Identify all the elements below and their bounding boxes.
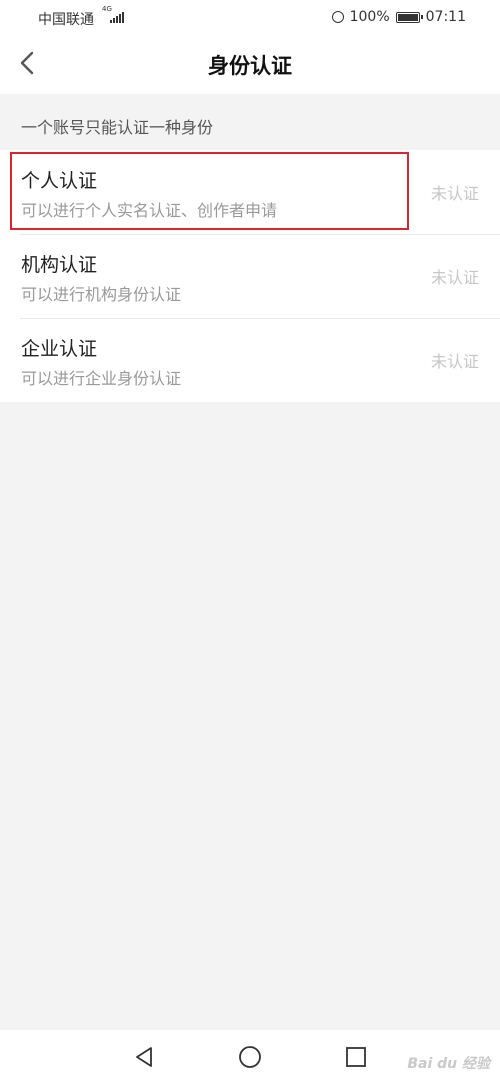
page-title: 身份认证 xyxy=(208,54,292,78)
watermark-logo: Bai du 经验 xyxy=(407,1056,490,1072)
list-item-organization[interactable]: 机构认证 可以进行机构身份认证 未认证 xyxy=(0,234,500,318)
clock: 07:11 xyxy=(425,9,466,25)
navigation-bar: 身份认证 xyxy=(0,36,500,94)
list-item-enterprise[interactable]: 企业认证 可以进行企业身份认证 未认证 xyxy=(0,318,500,402)
status-badge: 未认证 xyxy=(430,268,479,287)
status-badge: 未认证 xyxy=(430,184,479,203)
item-description: 可以进行机构身份认证 xyxy=(21,285,182,304)
nav-back-button[interactable] xyxy=(131,1044,157,1070)
nav-home-button[interactable] xyxy=(237,1044,263,1070)
item-title: 个人认证 xyxy=(21,170,98,192)
nav-back-icon xyxy=(136,1047,152,1067)
battery-icon xyxy=(395,11,423,23)
battery-percent: 100% xyxy=(349,9,390,25)
nav-recent-icon xyxy=(346,1047,366,1067)
nav-recent-button[interactable] xyxy=(343,1044,369,1070)
item-title: 机构认证 xyxy=(21,254,98,276)
status-right: 100% 07:11 xyxy=(331,9,466,25)
status-badge: 未认证 xyxy=(430,352,479,371)
nav-home-icon xyxy=(239,1046,261,1068)
carrier-name: 中国联通 xyxy=(38,12,94,28)
verification-list: 个人认证 可以进行个人实名认证、创作者申请 未认证 机构认证 可以进行机构身份认… xyxy=(0,150,500,402)
section-hint: 一个账号只能认证一种身份 xyxy=(21,118,214,137)
item-title: 企业认证 xyxy=(21,338,98,360)
item-description: 可以进行个人实名认证、创作者申请 xyxy=(21,201,278,220)
alarm-icon xyxy=(331,11,344,23)
system-navigation-bar: Bai du 经验 xyxy=(0,1030,500,1083)
item-description: 可以进行企业身份认证 xyxy=(21,369,182,388)
list-item-personal[interactable]: 个人认证 可以进行个人实名认证、创作者申请 未认证 xyxy=(0,150,500,234)
signal-icon xyxy=(110,11,124,23)
status-bar: 中国联通 4G 100% 07:11 xyxy=(0,0,500,36)
